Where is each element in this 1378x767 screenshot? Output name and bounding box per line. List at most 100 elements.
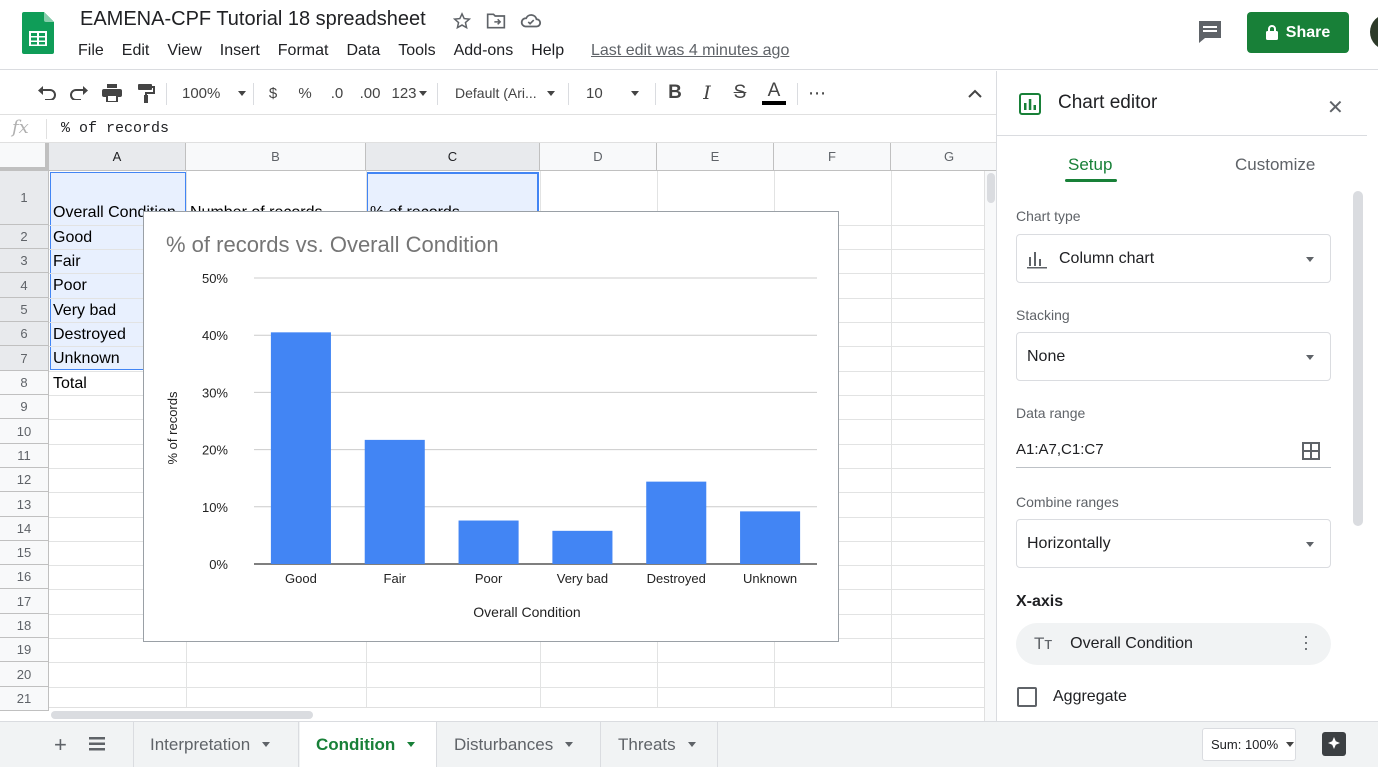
editor-scrollbar[interactable]: [1353, 191, 1363, 526]
column-header[interactable]: G: [891, 143, 996, 171]
zoom-select[interactable]: 100%: [182, 81, 250, 105]
move-to-folder-icon[interactable]: [485, 10, 507, 32]
row-header[interactable]: 8: [0, 371, 49, 395]
paint-format-icon[interactable]: [135, 81, 157, 105]
row-header[interactable]: 7: [0, 346, 49, 371]
combine-ranges-select[interactable]: Horizontally: [1016, 519, 1331, 568]
close-icon[interactable]: ✕: [1327, 95, 1344, 120]
italic-button[interactable]: I: [697, 81, 717, 105]
data-range-input[interactable]: A1:A7,C1:C7: [1016, 441, 1104, 458]
row-header[interactable]: 6: [0, 322, 49, 346]
column-header[interactable]: B: [186, 143, 366, 171]
menu-edit[interactable]: Edit: [122, 42, 150, 62]
chart-bar[interactable]: [552, 530, 613, 564]
select-all-corner[interactable]: [0, 143, 49, 171]
chart-title[interactable]: % of records vs. Overall Condition: [166, 232, 499, 257]
column-header[interactable]: A: [49, 143, 186, 171]
tab-threats[interactable]: Threats: [602, 722, 718, 767]
row-header[interactable]: 12: [0, 468, 49, 492]
x-axis-chip[interactable]: Tт Overall Condition · · ·: [1016, 623, 1331, 665]
menu-format[interactable]: Format: [278, 42, 329, 62]
row-header[interactable]: 14: [0, 517, 49, 541]
menu-view[interactable]: View: [167, 42, 201, 62]
text-color-button[interactable]: A: [762, 81, 786, 105]
chart-bar[interactable]: [646, 481, 707, 564]
row-header[interactable]: 1: [0, 171, 49, 225]
row-header[interactable]: 3: [0, 249, 49, 273]
explore-icon[interactable]: [1322, 732, 1346, 756]
all-sheets-icon[interactable]: [89, 737, 105, 751]
formula-input[interactable]: % of records: [61, 120, 169, 137]
embedded-chart[interactable]: % of records vs. Overall Condition 0% 10%…: [143, 211, 839, 642]
column-header[interactable]: E: [657, 143, 774, 171]
row-header[interactable]: 5: [0, 298, 49, 322]
row-header[interactable]: 11: [0, 444, 49, 468]
chart-bar[interactable]: [458, 520, 519, 564]
tab-condition[interactable]: Condition: [300, 722, 437, 767]
currency-format-button[interactable]: $: [264, 81, 282, 105]
sum-indicator[interactable]: Sum: 100%: [1202, 728, 1296, 761]
scrollbar-thumb[interactable]: [51, 711, 313, 719]
row-header[interactable]: 9: [0, 395, 49, 419]
column-header[interactable]: C: [366, 143, 540, 171]
scrollbar-thumb[interactable]: [987, 173, 995, 203]
collapse-toolbar-icon[interactable]: [964, 81, 986, 105]
menu-file[interactable]: File: [78, 42, 104, 62]
chart-bar[interactable]: [740, 511, 801, 564]
document-title[interactable]: EAMENA-CPF Tutorial 18 spreadsheet: [80, 8, 426, 31]
print-icon[interactable]: [101, 81, 123, 105]
avatar[interactable]: [1370, 14, 1378, 50]
aggregate-checkbox[interactable]: [1017, 687, 1037, 707]
tab-setup[interactable]: Setup: [1068, 155, 1112, 175]
select-range-icon[interactable]: [1302, 442, 1320, 460]
font-select[interactable]: Default (Ari...: [455, 81, 559, 105]
horizontal-scrollbar[interactable]: [49, 707, 984, 721]
menu-add-ons[interactable]: Add-ons: [454, 42, 514, 62]
row-header[interactable]: 19: [0, 638, 49, 662]
tab-customize[interactable]: Customize: [1235, 155, 1315, 175]
column-header[interactable]: F: [774, 143, 891, 171]
row-header[interactable]: 17: [0, 589, 49, 614]
last-edit-link[interactable]: Last edit was 4 minutes ago: [591, 42, 789, 60]
increase-decimals-button[interactable]: .00: [358, 81, 382, 105]
row-header[interactable]: 18: [0, 614, 49, 638]
sheets-logo-icon[interactable]: [22, 12, 54, 54]
menu-insert[interactable]: Insert: [220, 42, 260, 62]
tab-disturbances[interactable]: Disturbances: [438, 722, 601, 767]
row-header[interactable]: 16: [0, 565, 49, 589]
bold-button[interactable]: B: [665, 81, 685, 105]
star-icon[interactable]: [451, 10, 473, 32]
row-header[interactable]: 13: [0, 492, 49, 517]
font-size-select[interactable]: 10: [586, 81, 646, 105]
chart-bar[interactable]: [270, 332, 331, 564]
menu-tools[interactable]: Tools: [398, 42, 435, 62]
menu-help[interactable]: Help: [531, 42, 564, 62]
chart-x-axis-title[interactable]: Overall Condition: [473, 604, 580, 620]
chart-type-select[interactable]: Column chart: [1016, 234, 1331, 283]
row-header[interactable]: 2: [0, 225, 49, 249]
tab-interpretation[interactable]: Interpretation: [133, 722, 299, 767]
row-header[interactable]: 21: [0, 687, 49, 711]
more-formats-button[interactable]: 123: [389, 81, 429, 105]
more-vert-icon[interactable]: · · ·: [1303, 627, 1309, 657]
decrease-decimals-button[interactable]: .0: [326, 81, 348, 105]
undo-icon[interactable]: [36, 81, 58, 105]
stacking-select[interactable]: None: [1016, 332, 1331, 381]
comments-icon[interactable]: [1196, 19, 1224, 45]
row-header[interactable]: 15: [0, 541, 49, 565]
menu-data[interactable]: Data: [346, 42, 380, 62]
share-button[interactable]: Share: [1247, 12, 1349, 53]
row-header[interactable]: 20: [0, 662, 49, 687]
row-header[interactable]: 10: [0, 419, 49, 444]
percent-format-button[interactable]: %: [296, 81, 314, 105]
row-header[interactable]: 4: [0, 273, 49, 298]
chart-bar[interactable]: [364, 439, 425, 564]
strikethrough-button[interactable]: S: [730, 81, 750, 105]
chart-y-axis-title[interactable]: % of records: [165, 391, 180, 464]
vertical-scrollbar[interactable]: [984, 171, 996, 721]
add-sheet-icon[interactable]: +: [54, 732, 67, 758]
cloud-status-icon[interactable]: [520, 10, 542, 32]
column-header[interactable]: D: [540, 143, 657, 171]
redo-icon[interactable]: [68, 81, 90, 105]
more-icon[interactable]: ⋯: [806, 81, 828, 105]
